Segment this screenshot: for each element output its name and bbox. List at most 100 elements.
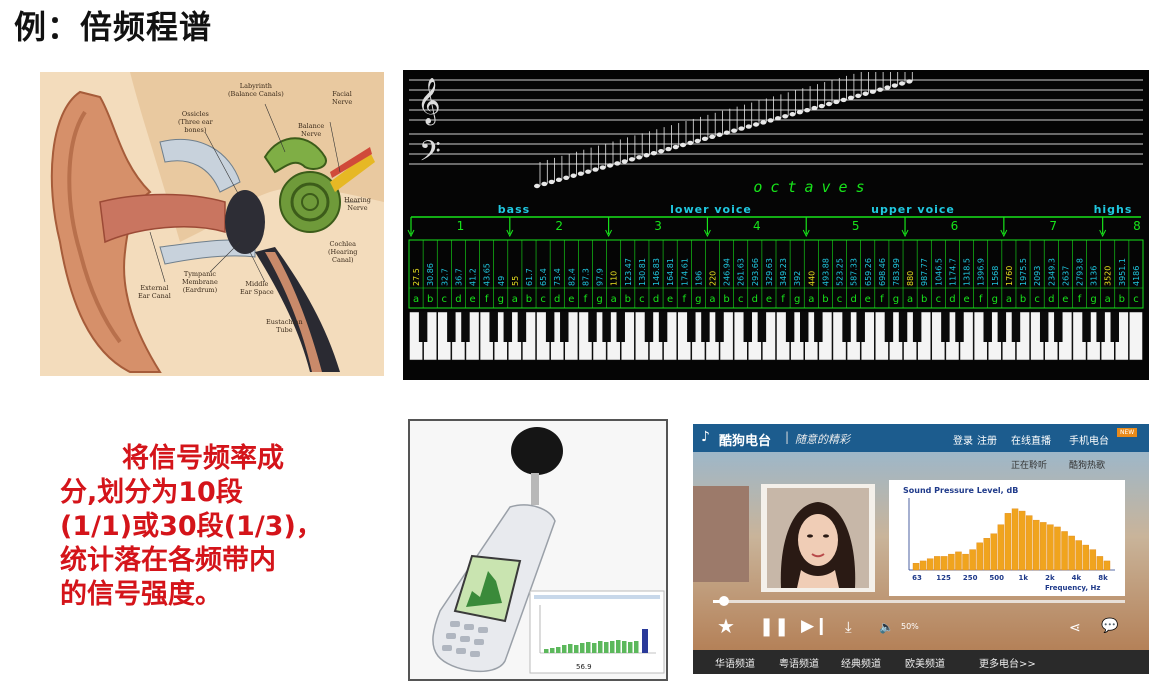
artist-photo <box>761 484 875 592</box>
comment-icon[interactable]: 💬 <box>1101 618 1118 634</box>
note-head <box>672 144 679 150</box>
note-head <box>847 95 854 101</box>
share-icon[interactable]: ⋖ <box>1069 620 1081 636</box>
spectrum-tick-label: 1k <box>1019 574 1029 582</box>
octave-piano-diagram: 𝄞 𝄢 octaves bass lower voice upper voice hi… <box>403 70 1149 380</box>
page-title: 例：倍频程谱 <box>14 8 213 46</box>
note-head <box>592 167 599 172</box>
note-letter: b <box>625 294 631 305</box>
note-letter: d <box>1048 294 1054 305</box>
spectrum-chart: Sound Pressure Level, dB 63 125 250 500 1k 2k… <box>889 480 1125 596</box>
progress-track[interactable] <box>713 600 1125 603</box>
label-cochlea: Cochlea (Hearing Canal) <box>328 240 358 264</box>
meter-bar <box>568 644 573 653</box>
note-head <box>804 107 811 113</box>
mobile-radio-link[interactable]: 手机电台 <box>1069 432 1109 447</box>
spectrum-bars: 63 125 250 500 1k 2k 4k 8k <box>908 498 1115 582</box>
frequency-label: 196 <box>694 271 703 286</box>
black-key <box>1096 312 1105 342</box>
register-link[interactable]: 注册 <box>977 432 997 447</box>
note-letter: g <box>992 294 998 305</box>
more-channels-link[interactable]: 更多电台>> <box>979 655 1036 670</box>
hot-songs-link[interactable]: 酷狗热歌 <box>1069 458 1105 471</box>
channel-mandarin[interactable]: 华语频道 <box>715 655 755 670</box>
label-facial-nerve: Facial Nerve <box>332 90 353 106</box>
note-head <box>665 146 672 152</box>
meter-readout: 56.9 <box>576 663 592 671</box>
frequency-labels: 27.5 30.86 32.7 36.7 41.2 43.65 49 55 61.7 65.4 73… <box>412 258 1141 286</box>
channel-western[interactable]: 欧美频道 <box>905 655 945 670</box>
label-tympanic-membrane: Tympanic Membrane (Eardrum) <box>182 270 218 294</box>
black-key <box>912 312 922 342</box>
note-head <box>555 177 562 183</box>
spectrum-bar <box>1096 556 1104 571</box>
frequency-label: 3520 <box>1104 266 1113 286</box>
octaves-label: octaves <box>753 178 872 196</box>
player-slogan: 随意的精彩 <box>795 433 850 446</box>
frequency-label: 392 <box>793 271 802 286</box>
description-line-2: 分,划分为10段 <box>60 477 243 508</box>
note-head <box>855 93 862 98</box>
note-letter: c <box>442 294 448 305</box>
treble-clef-icon: 𝄞 <box>417 78 441 126</box>
octave-number: 7 <box>1049 219 1057 233</box>
channel-cantonese[interactable]: 粤语频道 <box>779 655 819 670</box>
note-head <box>716 132 723 137</box>
black-key <box>814 312 823 342</box>
pause-icon[interactable]: ❚❚ <box>759 616 789 637</box>
note-letter: b <box>723 294 729 305</box>
label-ossicles: Ossicles (Three ear bones) <box>178 110 213 134</box>
progress-handle[interactable] <box>719 596 729 606</box>
label-eustachian-tube: Eustachian Tube <box>266 318 303 334</box>
black-key <box>545 312 555 342</box>
now-playing-label: 正在聆听 <box>1011 461 1048 471</box>
note-letter: d <box>554 294 560 305</box>
note-letter: g <box>695 294 701 305</box>
prev-artist-thumbnail[interactable] <box>693 486 749 582</box>
next-icon[interactable]: ▶❙ <box>801 616 828 636</box>
note-head <box>774 116 781 121</box>
live-link[interactable]: 在线直播 <box>1011 432 1051 447</box>
frequency-label: 1396.9 <box>977 258 986 286</box>
artist-photo-drawing <box>767 488 869 588</box>
spectrum-bar <box>1061 531 1068 571</box>
label-balance-nerve: Balance Nerve <box>298 122 325 138</box>
ascending-notes <box>534 72 913 189</box>
spectrum-bar <box>997 524 1005 571</box>
range-label: lower voice <box>670 203 752 216</box>
spectrum-tick-label: 250 <box>963 574 978 582</box>
description-line-4: 统计落在各频带内 <box>60 545 276 576</box>
note-head <box>818 103 825 109</box>
note-head <box>789 112 796 117</box>
spectrum-chart-xlabel: Frequency, Hz <box>1045 584 1101 592</box>
note-head <box>738 126 745 131</box>
frequency-label: 97.9 <box>596 268 605 286</box>
frequency-label: 2637 <box>1061 266 1070 286</box>
channel-classic[interactable]: 经典频道 <box>841 655 881 670</box>
frequency-label: 41.2 <box>469 268 478 286</box>
note-head <box>862 91 869 96</box>
frequency-label: 1568 <box>991 266 1000 286</box>
spectrum-bar <box>1103 560 1111 571</box>
black-key <box>1054 312 1063 342</box>
separator: | <box>785 430 790 444</box>
login-link[interactable]: 登录 <box>953 432 973 447</box>
note-head <box>643 153 650 158</box>
note-head <box>891 83 898 88</box>
spectrum-bar <box>1068 535 1075 571</box>
volume-icon[interactable]: 🔈 <box>879 620 894 634</box>
spectrum-bar <box>1033 519 1040 571</box>
note-head <box>811 105 818 111</box>
piano-keyboard <box>409 311 1143 361</box>
frequency-label: 659.26 <box>864 258 873 286</box>
meter-bar <box>574 645 579 653</box>
frequency-label: 3951.1 <box>1118 258 1127 286</box>
note-head <box>767 118 774 123</box>
note-letter: e <box>766 294 772 305</box>
download-icon[interactable]: ⤓ <box>845 618 852 636</box>
note-letter: f <box>682 294 686 305</box>
note-letter: b <box>427 294 433 305</box>
note-head <box>548 179 555 185</box>
note-head <box>906 79 913 84</box>
favorite-star-icon[interactable]: ★ <box>717 614 735 638</box>
